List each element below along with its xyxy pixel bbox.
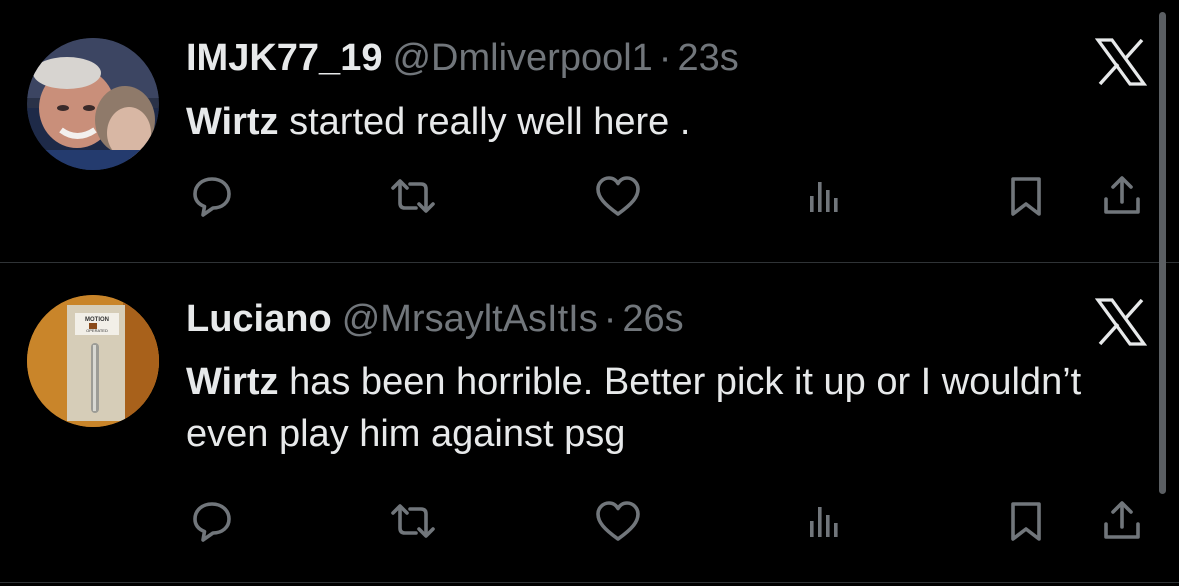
user-handle[interactable]: @MrsayltAsItIs (342, 298, 598, 340)
user-handle[interactable]: @Dmliverpool1 (392, 37, 652, 79)
tweet-text-bold: Wirtz (186, 361, 279, 403)
views-icon (810, 182, 838, 212)
avatar-photo: MOTION OPERATED (27, 295, 159, 427)
share-button[interactable] (1094, 495, 1150, 547)
separator-dot: · (658, 37, 672, 79)
tweet[interactable]: IMJK77_19 @Dmliverpool1 · 23s Wirtz started… (0, 0, 1179, 262)
tweet-text-bold: Wirtz (186, 101, 279, 143)
share-icon (1104, 501, 1140, 539)
tweet-text-rest: started really well here . (278, 101, 691, 143)
views-icon (810, 507, 838, 537)
retweet-icon (391, 179, 435, 213)
tweet-divider (0, 582, 1179, 583)
tweet-actions (0, 170, 1179, 222)
share-icon (1104, 176, 1140, 214)
retweet-button[interactable] (385, 495, 441, 547)
separator-dot: · (603, 298, 617, 340)
like-icon (596, 176, 640, 216)
tweet-header: IMJK77_19 @Dmliverpool1 · 23s (186, 36, 739, 80)
reply-button[interactable] (184, 170, 240, 222)
like-icon (596, 501, 640, 541)
timestamp[interactable]: 26s (622, 298, 683, 340)
reply-icon (193, 502, 231, 542)
x-logo-icon (1094, 38, 1148, 86)
avatar-sign-line1: MOTION (85, 317, 109, 323)
bookmark-icon (1011, 177, 1041, 216)
retweet-button[interactable] (385, 170, 441, 222)
tweet-feed: IMJK77_19 @Dmliverpool1 · 23s Wirtz started… (0, 0, 1179, 586)
share-button[interactable] (1094, 170, 1150, 222)
like-button[interactable] (590, 495, 646, 547)
like-button[interactable] (590, 170, 646, 222)
avatar[interactable]: MOTION OPERATED (27, 295, 159, 427)
views-button[interactable] (795, 170, 851, 222)
tweet-header: Luciano @MrsayltAsItIs · 26s (186, 297, 684, 341)
scrollbar[interactable] (1159, 12, 1166, 494)
tweet-text: Wirtz has been horrible. Better pick it … (186, 356, 1086, 460)
views-button[interactable] (795, 495, 851, 547)
display-name[interactable]: Luciano (186, 298, 332, 340)
bookmark-button[interactable] (998, 170, 1054, 222)
retweet-icon (391, 504, 435, 538)
avatar[interactable] (27, 38, 159, 170)
timestamp[interactable]: 23s (677, 37, 738, 79)
bookmark-icon (1011, 502, 1041, 541)
tweet[interactable]: MOTION OPERATED Luciano @MrsayltAsItIs · 26… (0, 263, 1179, 542)
tweet-text: Wirtz started really well here . (186, 96, 1086, 148)
tweet-actions (0, 495, 1179, 547)
reply-icon (193, 177, 231, 217)
bookmark-button[interactable] (998, 495, 1054, 547)
display-name[interactable]: IMJK77_19 (186, 37, 382, 79)
x-logo-icon (1094, 298, 1148, 346)
avatar-photo (27, 38, 159, 170)
tweet-text-rest: has been horrible. Better pick it up or … (186, 361, 1082, 455)
reply-button[interactable] (184, 495, 240, 547)
